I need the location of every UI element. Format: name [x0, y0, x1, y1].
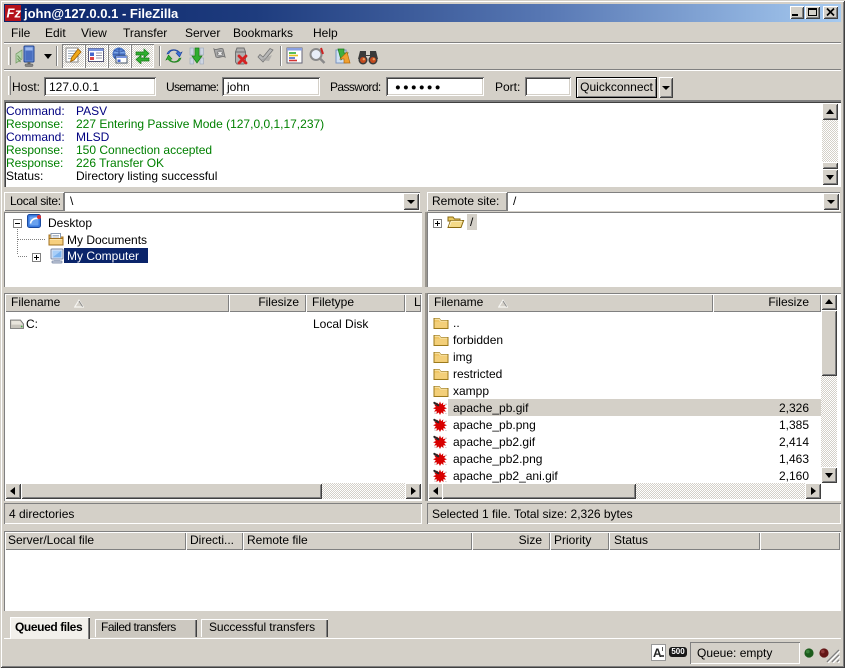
svg-text:Fz: Fz [7, 6, 22, 21]
